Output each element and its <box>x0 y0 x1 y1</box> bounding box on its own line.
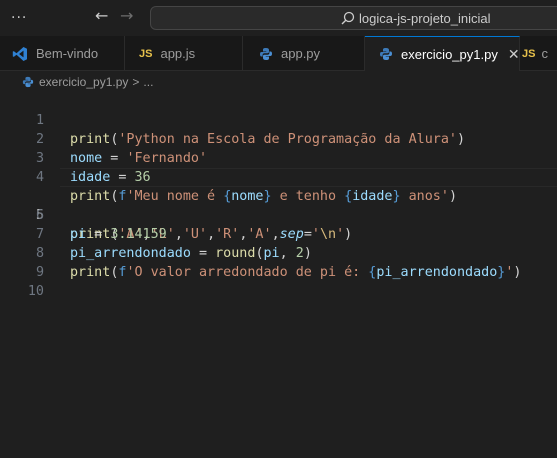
search-text: logica-js-projeto_inicial <box>359 11 491 26</box>
code-line[interactable]: 10 <box>0 263 557 299</box>
tab-label: app.py <box>281 46 321 61</box>
python-icon <box>22 76 34 88</box>
command-center-search[interactable]: logica-js-projeto_inicial <box>150 6 557 30</box>
code-editor[interactable]: 1 print('Python na Escola de Programação… <box>0 92 557 299</box>
code-line[interactable]: 7 pi_arrendondado = round(pi, 2) <box>0 206 557 261</box>
code-line[interactable]: 4 print(f'Meu nome é {nome} e tenho {ida… <box>0 149 557 204</box>
search-icon <box>341 10 355 29</box>
editor-tab-bar: Bem-vindo JS app.js app.py exercicio_py1… <box>0 36 557 71</box>
python-icon <box>379 47 393 61</box>
breadcrumb: exercicio_py1.py > ... <box>0 71 557 93</box>
forward-arrow-icon[interactable]: → <box>120 6 133 25</box>
tab-welcome[interactable]: Bem-vindo <box>0 36 125 71</box>
js-icon: JS <box>139 47 153 60</box>
code-line[interactable]: 6 pi = 3.14159 <box>0 187 557 242</box>
breadcrumb-more[interactable]: ... <box>143 75 153 89</box>
code-line[interactable]: 1 print('Python na Escola de Programação… <box>0 92 557 147</box>
more-icon[interactable]: ··· <box>11 10 27 26</box>
code-line[interactable]: 8 print(f'O valor arredondado de pi é: {… <box>0 225 557 280</box>
code-line-current[interactable]: 5 print('A','L','U','R','A',sep='\n') <box>0 168 557 242</box>
tab-label: app.js <box>160 46 196 61</box>
breadcrumb-separator: > <box>132 75 140 89</box>
close-icon[interactable]: ✕ <box>508 46 520 63</box>
line-number: 10 <box>27 284 44 299</box>
vscode-icon <box>12 46 28 62</box>
back-arrow-icon[interactable]: ← <box>95 6 108 25</box>
js-icon: JS <box>522 47 536 60</box>
code-line[interactable]: 9 <box>0 244 557 280</box>
title-bar: ··· ← → logica-js-projeto_inicial <box>0 0 557 36</box>
code-line[interactable]: 2 nome = 'Fernando' <box>0 111 557 166</box>
tab-label: exercicio_py1.py <box>401 46 498 62</box>
breadcrumb-file[interactable]: exercicio_py1.py <box>39 75 128 89</box>
code-line[interactable]: 3 idade = 36 <box>0 130 557 185</box>
tab-overflow[interactable]: JS c <box>520 36 557 71</box>
current-line-highlight <box>60 168 557 187</box>
tab-label: c <box>541 46 548 61</box>
tab-app-js[interactable]: JS app.js <box>125 36 243 71</box>
python-icon <box>259 47 273 61</box>
tab-label: Bem-vindo <box>36 46 99 61</box>
tab-app-py[interactable]: app.py <box>243 36 365 71</box>
tab-exercicio-py1[interactable]: exercicio_py1.py ✕ <box>365 36 520 71</box>
